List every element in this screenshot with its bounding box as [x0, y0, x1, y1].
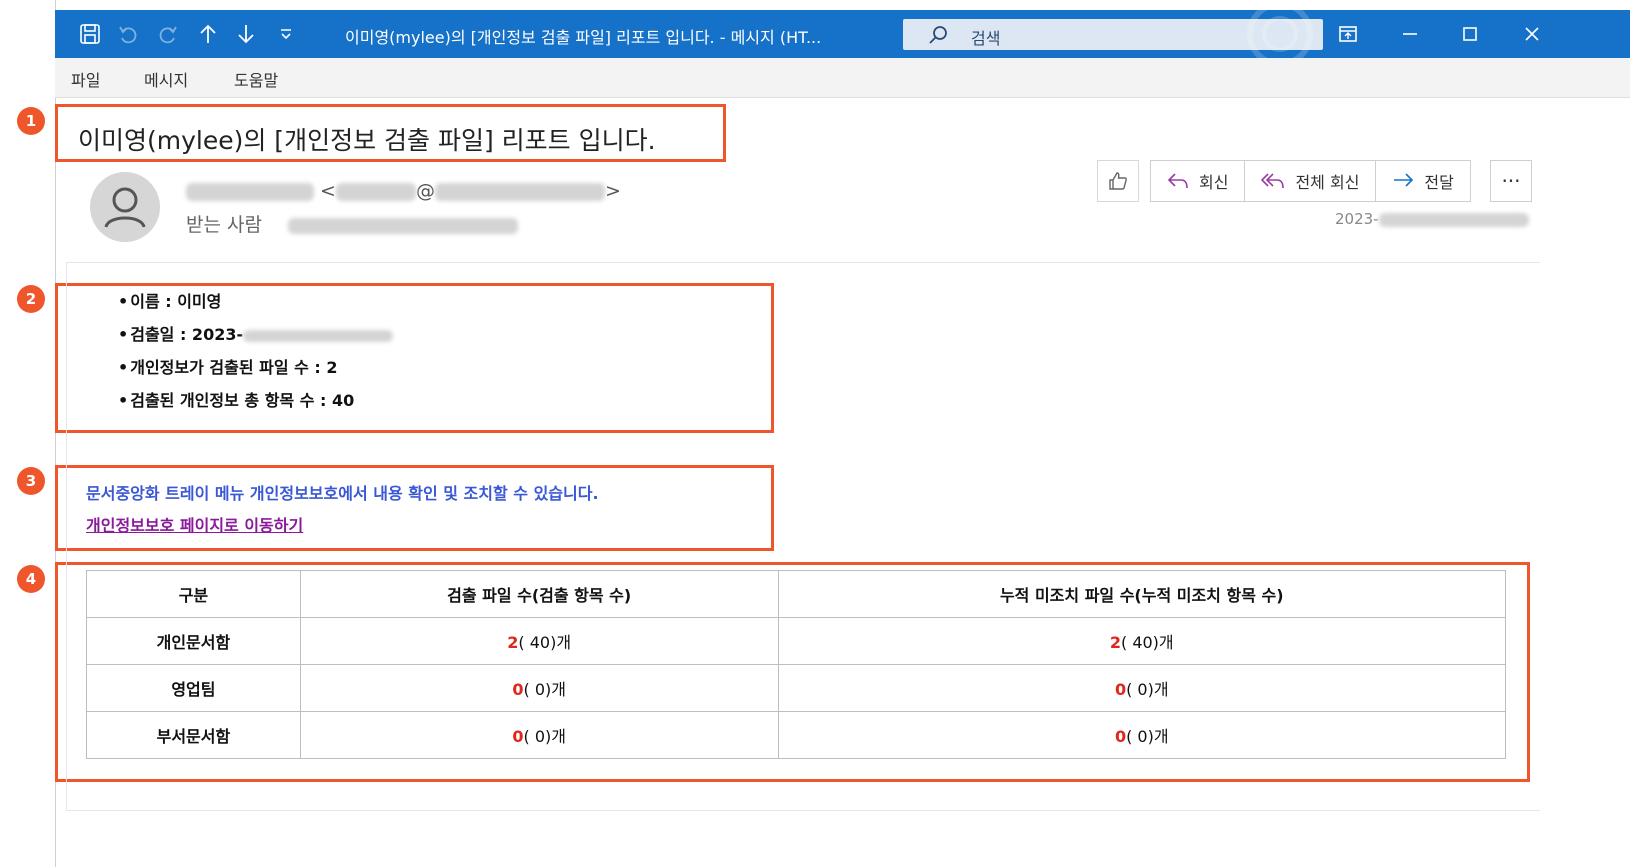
reply-label: 회신	[1199, 173, 1229, 192]
summary-detected-date: 검출일 : 2023-	[118, 323, 394, 356]
reply-button[interactable]: 회신	[1151, 161, 1246, 201]
avatar	[83, 172, 167, 242]
pending-rest: ( 40)개	[1120, 633, 1174, 652]
received-timestamp: 2023-	[1335, 210, 1529, 228]
save-icon[interactable]	[77, 21, 103, 47]
redo-icon[interactable]	[155, 21, 181, 47]
header-category: 구분	[86, 570, 301, 618]
pending-cell: 0( 0)개	[777, 711, 1506, 759]
action-toolbar: 회신 전체 회신 전달	[1150, 160, 1471, 202]
report-summary-list: 이름 : 이미영 검출일 : 2023- 개인정보가 검출된 파일 수 : 2 …	[118, 290, 394, 422]
marker-2: 2	[17, 285, 45, 313]
detected-count: 2	[507, 633, 519, 652]
detected-cell: 0( 0)개	[299, 711, 779, 759]
window-title: 이미영(mylee)의 [개인정보 검출 파일] 리포트 입니다. - 메시지 …	[345, 28, 822, 47]
table-row: 영업팀 0( 0)개 0( 0)개	[86, 664, 1506, 712]
pending-count: 2	[1109, 633, 1121, 652]
recipient-row: 받는 사람	[186, 210, 519, 237]
minimize-icon[interactable]	[1395, 20, 1425, 48]
recipient-label: 받는 사람	[186, 214, 262, 236]
summary-detected-date-text: 검출일 : 2023-	[130, 325, 244, 344]
row-label: 영업팀	[86, 664, 301, 712]
row-label: 부서문서함	[86, 711, 301, 759]
detected-count: 0	[512, 727, 524, 746]
body-bottom-border	[66, 810, 1540, 811]
detected-rest: ( 0)개	[523, 680, 566, 699]
sender-user-redacted	[335, 182, 416, 201]
avatar-icon	[90, 172, 160, 242]
customize-icon[interactable]	[273, 21, 299, 47]
summary-item-count: 검출된 개인정보 총 항목 수 : 40	[118, 389, 393, 422]
popout-icon[interactable]	[1333, 20, 1363, 48]
reply-icon	[1167, 171, 1189, 191]
search-icon	[927, 24, 949, 50]
pending-count: 0	[1114, 680, 1127, 699]
table-header-row: 구분 검출 파일 수(검출 항목 수) 누적 미조치 파일 수(누적 미조치 항…	[86, 570, 1506, 618]
header-pending: 누적 미조치 파일 수(누적 미조치 항목 수)	[777, 570, 1506, 618]
marker-4: 4	[17, 565, 45, 593]
summary-name: 이름 : 이미영	[118, 290, 393, 323]
thumbs-up-icon	[1109, 172, 1127, 190]
like-button[interactable]	[1097, 160, 1139, 202]
sender: < @ >	[186, 180, 621, 202]
sender-name-redacted	[186, 182, 314, 201]
forward-icon	[1392, 171, 1414, 191]
pending-cell: 2( 40)개	[777, 617, 1506, 665]
forward-button[interactable]: 전달	[1376, 161, 1469, 201]
detected-cell: 0( 0)개	[299, 664, 779, 712]
body-top-border	[66, 262, 1540, 263]
sender-at: @	[415, 180, 435, 202]
summary-file-count: 개인정보가 검출된 파일 수 : 2	[118, 356, 393, 389]
privacy-page-link[interactable]: 개인정보보호 페이지로 이동하기	[86, 512, 303, 536]
more-actions-button[interactable]: ···	[1490, 160, 1532, 202]
pending-rest: ( 0)개	[1126, 680, 1169, 699]
forward-label: 전달	[1424, 173, 1454, 192]
pending-rest: ( 0)개	[1126, 727, 1169, 746]
close-icon[interactable]	[1517, 20, 1547, 48]
detected-cell: 2( 40)개	[299, 617, 779, 665]
timestamp-text: 2023-	[1335, 210, 1379, 228]
detected-rest: ( 40)개	[518, 633, 572, 652]
menu-file[interactable]: 파일	[71, 67, 100, 91]
search-placeholder: 검색	[971, 29, 1001, 48]
undo-icon[interactable]	[115, 21, 141, 47]
body-left-border	[66, 262, 67, 811]
detected-rest: ( 0)개	[523, 727, 566, 746]
arrow-down-icon[interactable]	[233, 21, 259, 47]
notice-text: 문서중앙화 트레이 메뉴 개인정보보호에서 내용 확인 및 조치할 수 있습니다…	[86, 484, 599, 503]
recipient-redacted	[288, 217, 519, 234]
reply-all-icon	[1261, 171, 1285, 191]
reply-all-label: 전체 회신	[1295, 173, 1360, 192]
sender-open-bracket: <	[320, 180, 336, 202]
highlight-box-notice	[55, 465, 774, 551]
report-table: 구분 검출 파일 수(검출 항목 수) 누적 미조치 파일 수(누적 미조치 항…	[86, 570, 1506, 759]
sender-domain-redacted	[434, 182, 605, 201]
detected-date-redacted	[243, 329, 394, 342]
menu-message[interactable]: 메시지	[144, 67, 188, 91]
arrow-up-icon[interactable]	[195, 21, 221, 47]
pending-count: 0	[1114, 727, 1127, 746]
email-subject: 이미영(mylee)의 [개인정보 검출 파일] 리포트 입니다.	[78, 126, 656, 155]
maximize-icon[interactable]	[1455, 20, 1485, 48]
marker-3: 3	[17, 467, 45, 495]
timestamp-redacted	[1378, 212, 1529, 227]
decorative-pattern	[1247, 10, 1313, 58]
title-bar: 이미영(mylee)의 [개인정보 검출 파일] 리포트 입니다. - 메시지 …	[55, 10, 1630, 58]
row-label: 개인문서함	[86, 617, 301, 665]
pending-cell: 0( 0)개	[777, 664, 1506, 712]
sender-close-bracket: >	[604, 180, 621, 202]
header-detected: 검출 파일 수(검출 항목 수)	[299, 570, 779, 618]
menu-help[interactable]: 도움말	[234, 67, 278, 91]
table-row: 개인문서함 2( 40)개 2( 40)개	[86, 617, 1506, 665]
table-row: 부서문서함 0( 0)개 0( 0)개	[86, 711, 1506, 759]
marker-1: 1	[17, 107, 45, 135]
reply-all-button[interactable]: 전체 회신	[1245, 161, 1377, 201]
detected-count: 0	[512, 680, 524, 699]
menu-bar: 파일 메시지 도움말	[55, 58, 1630, 98]
